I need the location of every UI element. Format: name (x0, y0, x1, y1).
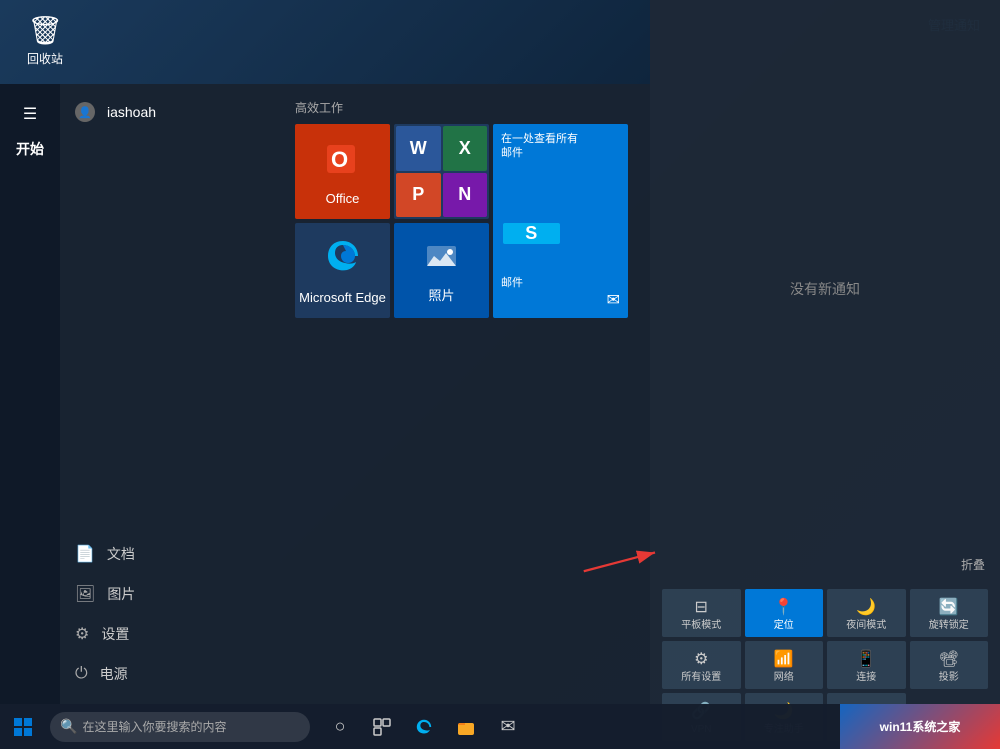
connect-label: 连接 (856, 672, 876, 684)
network-icon: 📶 (774, 649, 794, 669)
location-label: 定位 (774, 620, 794, 632)
start-sidebar: ☰ 开始 (0, 84, 60, 704)
tile-office-suite[interactable]: W X P N (394, 124, 489, 219)
photos-logo-icon (424, 238, 459, 281)
tile-office[interactable]: O Office (295, 124, 390, 219)
no-notifications-text: 没有新通知 (650, 30, 1000, 548)
word-icon: W (396, 126, 441, 171)
nav-pictures-label: 图片 (107, 584, 135, 604)
powerpoint-icon: P (396, 173, 441, 218)
project-icon: 📽 (939, 649, 959, 669)
taskbar-explorer-btn[interactable] (446, 704, 486, 749)
nav-pictures[interactable]: 🖼 图片 (60, 574, 280, 614)
svg-text:O: O (331, 147, 348, 172)
hamburger-menu-btn[interactable]: ☰ (0, 94, 60, 134)
nav-power-label: 电源 (100, 664, 128, 684)
nav-documents[interactable]: 📄 文档 (60, 534, 280, 574)
start-menu-left: 👤 iashoah 📄 文档 🖼 图片 ⚙ 设置 ⏻ 电源 (60, 84, 280, 704)
network-label: 网络 (774, 672, 794, 684)
tablet-mode-btn[interactable]: ⊟ 平板模式 (662, 589, 741, 637)
recycle-bin-graphic: 🗑 (25, 10, 65, 50)
win11-branding: win11系统之家 (840, 704, 1000, 749)
start-menu: ☰ 开始 👤 iashoah 📄 文档 🖼 图片 ⚙ 设置 ⏻ (0, 84, 650, 704)
start-label: 开始 (0, 134, 60, 174)
tile-photos[interactable]: 照片 (394, 223, 489, 318)
username: iashoah (107, 104, 156, 120)
start-button[interactable] (0, 704, 45, 749)
recycle-bin-label: 回收站 (27, 50, 63, 67)
search-icon: 🔍 (60, 718, 77, 735)
taskbar-search-box[interactable]: 🔍 在这里输入你要搜索的内容 (50, 712, 310, 742)
connect-icon: 📱 (856, 649, 876, 669)
tile-photos-label: 照片 (428, 285, 454, 304)
pictures-icon: 🖼 (75, 584, 95, 604)
desktop: 🗑 回收站 管理通知 ☰ 开始 👤 iashoah 📄 文档 🖼 图片 (0, 0, 1000, 749)
tile-mail[interactable]: 在一处查看所有 邮件 S 邮件 ✉ (493, 124, 628, 318)
nav-power[interactable]: ⏻ 电源 (60, 654, 280, 694)
nav-settings[interactable]: ⚙ 设置 (60, 614, 280, 654)
start-menu-tiles: 高效工作 O Office W X P (280, 84, 650, 704)
all-settings-btn[interactable]: ⚙ 所有设置 (662, 641, 741, 689)
taskbar-right: ^ 🔊 📶 10:30 2024/1/1 win11系统之家 (881, 704, 1000, 749)
tablet-mode-label: 平板模式 (681, 620, 721, 632)
tiles-section-label: 高效工作 (295, 99, 635, 116)
skype-icon: S (503, 223, 560, 244)
connect-btn[interactable]: 📱 连接 (827, 641, 906, 689)
taskbar: 🔍 在这里输入你要搜索的内容 ○ (0, 704, 1000, 749)
notification-header (650, 0, 1000, 30)
excel-icon: X (443, 126, 488, 171)
location-icon: 📍 (774, 597, 794, 617)
taskbar-taskview-btn[interactable] (362, 704, 402, 749)
office-logo-icon: O (323, 137, 363, 187)
tile-mail-label: 邮件 (501, 274, 620, 290)
network-btn[interactable]: 📶 网络 (745, 641, 824, 689)
location-btn[interactable]: 📍 定位 (745, 589, 824, 637)
tile-edge-label: Microsoft Edge (299, 290, 386, 305)
project-btn[interactable]: 📽 投影 (910, 641, 989, 689)
all-settings-icon: ⚙ (694, 649, 708, 669)
project-label: 投影 (939, 672, 959, 684)
user-profile[interactable]: 👤 iashoah (60, 94, 280, 130)
collapse-label[interactable]: 折叠 (650, 548, 1000, 581)
night-mode-label: 夜间模式 (846, 620, 886, 632)
nav-documents-label: 文档 (107, 544, 135, 564)
taskbar-cortana-btn[interactable]: ○ (320, 704, 360, 749)
power-icon: ⏻ (75, 665, 88, 683)
spacer (60, 130, 280, 534)
onenote-icon: N (443, 173, 488, 218)
user-avatar: 👤 (75, 102, 95, 122)
notification-panel: 没有新通知 折叠 ⊟ 平板模式 📍 定位 🌙 夜间模式 🔄 旋转锁定 ⚙ (650, 0, 1000, 749)
rotation-lock-btn[interactable]: 🔄 旋转锁定 (910, 589, 989, 637)
night-mode-btn[interactable]: 🌙 夜间模式 (827, 589, 906, 637)
tiles-grid: O Office W X P N 在一处查看所有 邮件 (295, 124, 635, 318)
all-settings-label: 所有设置 (681, 672, 721, 684)
rotation-lock-icon: 🔄 (939, 597, 959, 617)
night-mode-icon: 🌙 (856, 597, 876, 617)
edge-logo-icon (323, 236, 363, 286)
tile-office-label: Office (326, 191, 360, 206)
tablet-mode-icon: ⊟ (695, 597, 708, 617)
tile-edge[interactable]: Microsoft Edge (295, 223, 390, 318)
search-placeholder: 在这里输入你要搜索的内容 (82, 718, 226, 735)
taskbar-pinned-icons: ○ ✉ (320, 704, 528, 749)
taskbar-mail-btn[interactable]: ✉ (488, 704, 528, 749)
rotation-lock-label: 旋转锁定 (929, 620, 969, 632)
documents-icon: 📄 (75, 544, 95, 564)
recycle-bin-icon[interactable]: 🗑 回收站 (15, 10, 75, 67)
settings-icon: ⚙ (75, 624, 89, 644)
taskbar-edge-btn[interactable] (404, 704, 444, 749)
tile-mail-title: 在一处查看所有 邮件 (501, 132, 620, 161)
nav-settings-label: 设置 (101, 624, 129, 644)
